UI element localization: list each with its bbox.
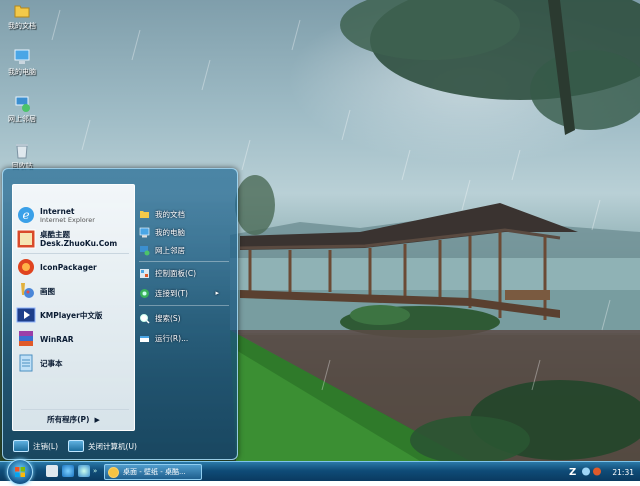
internet-explorer-icon: e (16, 205, 36, 225)
start-menu-program-list: e Internet Internet Explorer 桌酷主题 Desk.Z… (12, 184, 135, 431)
notepad-icon (16, 353, 36, 373)
kmplayer-icon (16, 305, 36, 325)
start-button[interactable] (7, 459, 33, 485)
separator (139, 261, 229, 262)
quicklaunch-expand-icon[interactable]: » (93, 465, 99, 477)
program-paint[interactable]: 画图 (16, 280, 132, 302)
tray-network-icon[interactable] (582, 467, 590, 476)
start-menu-bottom-bar: 注销(L) 关闭计算机(U) (13, 439, 147, 453)
desktop-icon-network[interactable]: 网上邻居 (2, 95, 42, 124)
desktop-icon-my-computer[interactable]: 我的电脑 (2, 48, 42, 77)
chevron-right-icon: ▸ (215, 289, 219, 297)
program-kmplayer[interactable]: KMPlayer中文版 (16, 304, 132, 326)
run-icon (139, 333, 150, 344)
connect-icon (139, 288, 150, 299)
internet-explorer-icon[interactable] (62, 465, 74, 477)
program-notepad[interactable]: 记事本 (16, 352, 132, 374)
folder-icon (139, 209, 150, 220)
desktop-icon-my-documents[interactable]: 我的文档 (2, 2, 42, 31)
program-iconpackager[interactable]: IconPackager (16, 256, 132, 278)
windows-logo-icon (15, 467, 25, 477)
power-icon (68, 440, 85, 452)
place-control-panel[interactable]: 控制面板(C) (139, 266, 231, 280)
show-desktop-icon[interactable] (46, 465, 58, 477)
network-icon (139, 245, 150, 256)
place-connect-to[interactable]: 连接到(T) ▸ (139, 286, 231, 300)
desktop-icon-recycle-bin[interactable]: 回收站 (2, 142, 42, 171)
folder-icon (13, 2, 31, 20)
place-run[interactable]: 运行(R)... (139, 331, 231, 345)
media-player-icon[interactable] (78, 465, 90, 477)
place-network[interactable]: 网上邻居 (139, 243, 231, 257)
system-tray: Z 21:31 (560, 464, 640, 479)
taskbar: » 桌面 - 壁纸 - 桌酷... Z 21:31 (0, 459, 640, 485)
tray-zhuoku-icon[interactable]: Z (569, 467, 576, 478)
arrow-right-icon: ▶ (94, 416, 100, 424)
taskbar-clock[interactable]: 21:31 (612, 468, 634, 477)
recycle-bin-icon (13, 142, 31, 160)
program-zhuoku[interactable]: 桌酷主题 Desk.ZhuoKu.Com (16, 228, 132, 250)
program-winrar[interactable]: WinRAR (16, 328, 132, 350)
place-search[interactable]: 搜索(S) (139, 311, 231, 325)
shutdown-button[interactable]: 关闭计算机(U) (68, 440, 137, 452)
browser-icon (108, 466, 119, 478)
network-icon (13, 95, 31, 113)
separator (21, 409, 129, 410)
all-programs-button[interactable]: 所有程序(P) ▶ (13, 414, 134, 425)
program-internet-explorer[interactable]: e Internet Internet Explorer (16, 204, 132, 226)
control-panel-icon (139, 268, 150, 279)
separator (21, 253, 129, 254)
logoff-button[interactable]: 注销(L) (13, 440, 58, 452)
tray-app-icon[interactable] (593, 467, 601, 476)
search-icon (139, 313, 150, 324)
start-menu: e Internet Internet Explorer 桌酷主题 Desk.Z… (2, 168, 238, 460)
svg-text:e: e (22, 208, 29, 222)
computer-icon (13, 48, 31, 66)
separator (139, 305, 229, 306)
logoff-icon (13, 440, 29, 452)
computer-icon (139, 227, 150, 238)
place-my-computer[interactable]: 我的电脑 (139, 225, 231, 239)
taskbar-window-button[interactable]: 桌面 - 壁纸 - 桌酷... (104, 464, 202, 480)
place-my-documents[interactable]: 我的文档 (139, 207, 231, 221)
iconpackager-icon (16, 257, 36, 277)
winrar-icon (16, 329, 36, 349)
paint-icon (16, 281, 36, 301)
zhuoku-icon (16, 229, 36, 249)
